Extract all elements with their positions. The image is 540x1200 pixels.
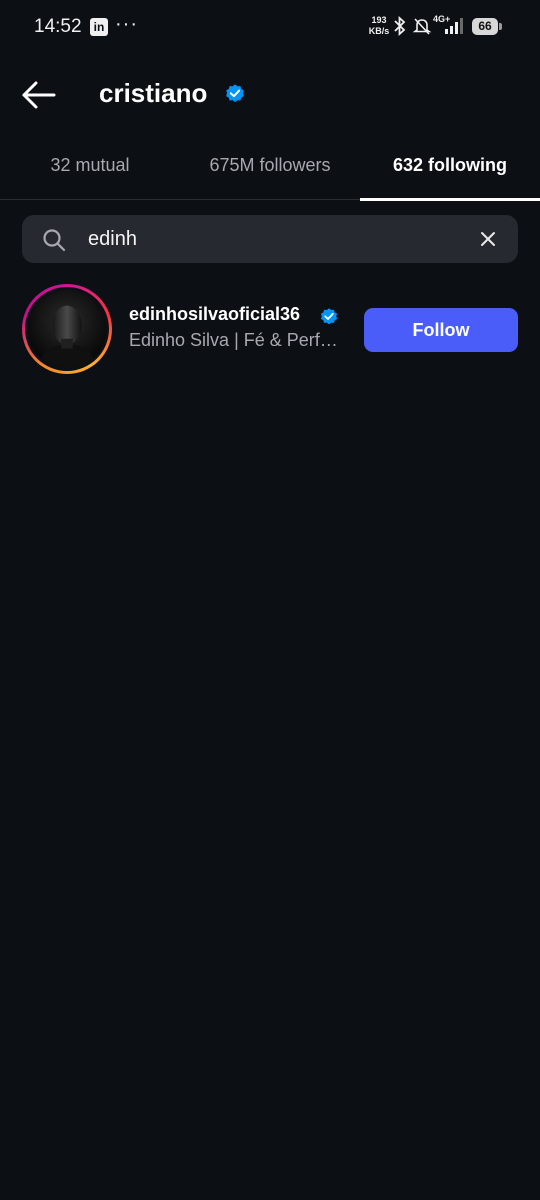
verified-badge-icon <box>226 84 244 103</box>
back-arrow-icon[interactable] <box>20 78 58 112</box>
follow-button[interactable]: Follow <box>364 308 518 352</box>
battery-icon: 66 <box>472 18 502 35</box>
connections-tabs: 32 mutual 675M followers 632 following <box>0 143 540 201</box>
avatar <box>28 290 106 368</box>
tab-mutual[interactable]: 32 mutual <box>0 143 180 199</box>
search-box <box>22 215 518 263</box>
network-speed-value: 193 <box>371 15 387 25</box>
result-full-name: Edinho Silva | Fé & Performance <box>129 330 344 350</box>
tab-followers[interactable]: 675M followers <box>180 143 360 199</box>
network-speed-unit: KB/s <box>368 26 390 36</box>
more-notifications-icon: ··· <box>115 13 138 35</box>
search-input[interactable] <box>88 215 468 263</box>
top-bar: cristiano <box>0 70 540 120</box>
linkedin-notification-icon: in <box>90 18 108 36</box>
list-item[interactable]: edinhosilvaoficial36 Edinho Silva | Fé &… <box>0 284 540 376</box>
network-speed: 193 KB/s <box>366 15 392 37</box>
status-bar: 14:52 in ··· 193 KB/s 4G+ 66 <box>0 0 540 56</box>
username-line: edinhosilvaoficial36 <box>129 304 338 328</box>
status-time: 14:52 <box>34 16 82 37</box>
result-username[interactable]: edinhosilvaoficial36 <box>129 304 300 324</box>
tab-following[interactable]: 632 following <box>360 143 540 201</box>
story-ring[interactable] <box>22 284 112 374</box>
verified-badge-icon <box>320 308 338 325</box>
muted-bell-icon <box>412 18 432 35</box>
profile-username-title: cristiano <box>99 78 208 108</box>
clear-search-icon[interactable] <box>478 229 498 249</box>
signal-strength-icon <box>445 18 463 34</box>
search-icon <box>43 229 66 252</box>
bluetooth-icon <box>394 16 406 36</box>
